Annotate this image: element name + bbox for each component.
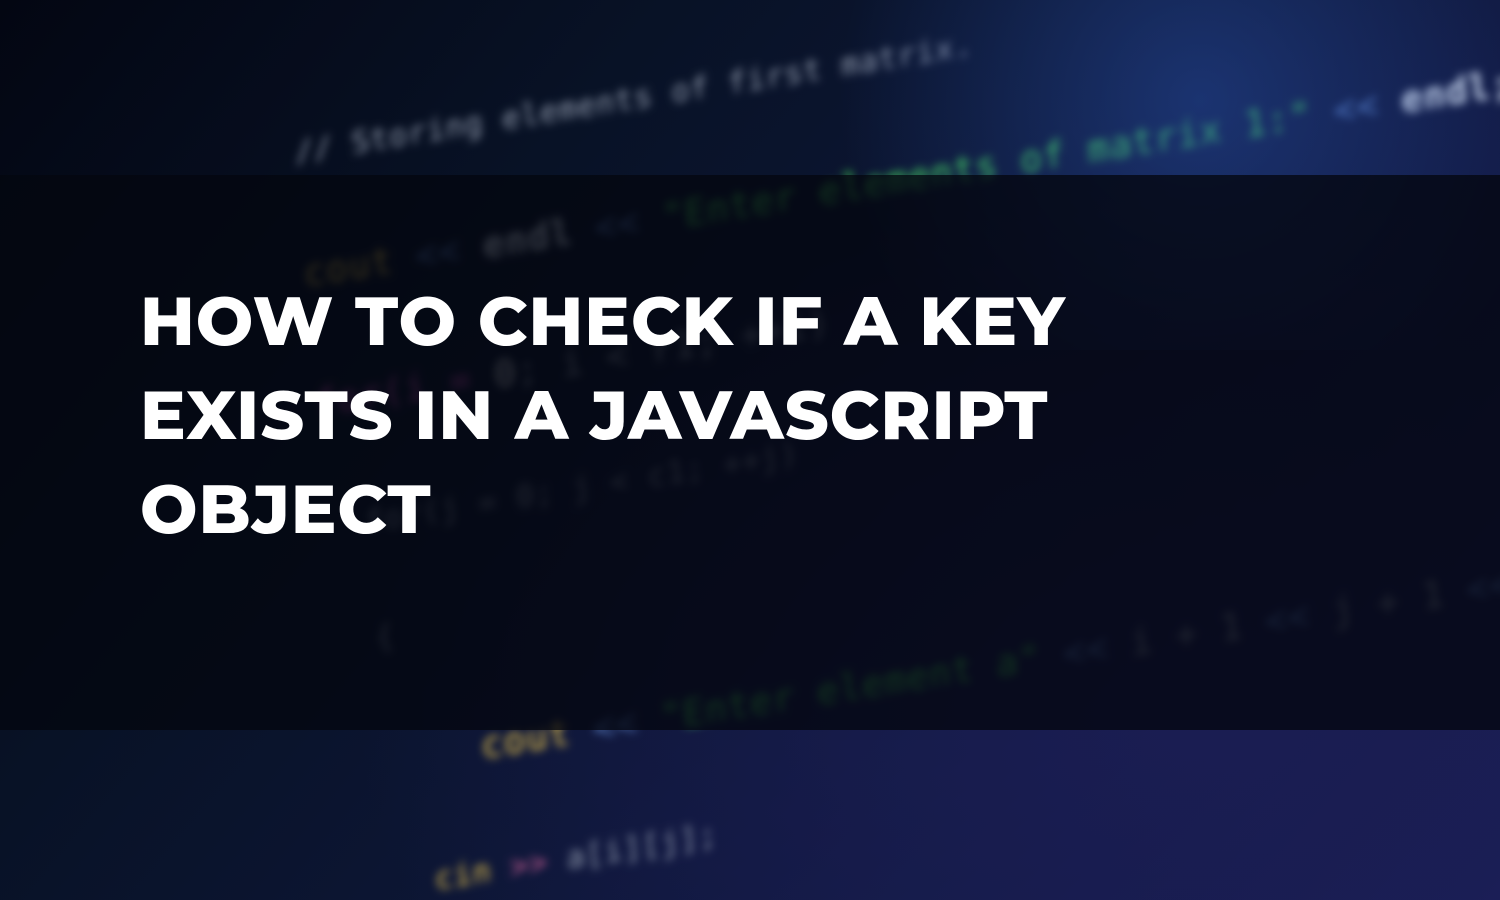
title-line-2: EXISTS IN A JAVASCRIPT bbox=[140, 374, 1049, 457]
title-line-1: HOW TO CHECK IF A KEY bbox=[140, 280, 1066, 363]
title-line-3: OBJECT bbox=[140, 468, 432, 551]
article-title: HOW TO CHECK IF A KEY EXISTS IN A JAVASC… bbox=[140, 275, 1360, 556]
